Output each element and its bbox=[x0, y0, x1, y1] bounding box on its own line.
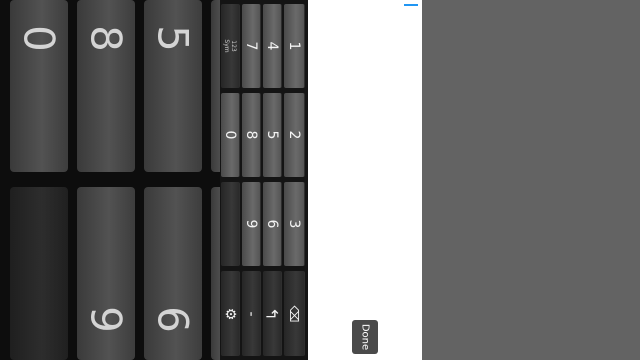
magnified-key-6: 6 bbox=[144, 187, 202, 360]
symbols-key-label: 123 Sym bbox=[223, 39, 237, 53]
magnified-key-edge bbox=[211, 0, 220, 172]
key-4[interactable]: 4 bbox=[263, 4, 282, 88]
magnified-key-edge-2 bbox=[211, 187, 220, 360]
text-cursor bbox=[404, 4, 418, 6]
minus-key[interactable]: - bbox=[242, 271, 261, 356]
settings-key[interactable]: ⚙ bbox=[221, 271, 240, 356]
symbols-key[interactable]: 123 Sym bbox=[221, 4, 240, 88]
done-button[interactable]: Done bbox=[352, 320, 378, 354]
key-6[interactable]: 6 bbox=[263, 182, 282, 266]
key-5[interactable]: 5 bbox=[263, 93, 282, 177]
blank-key[interactable] bbox=[221, 182, 240, 266]
key-0[interactable]: 0 bbox=[221, 93, 240, 177]
backspace-icon: ⌫ bbox=[287, 305, 301, 322]
key-9-label: 9 bbox=[243, 219, 259, 229]
magnified-key-blank bbox=[10, 187, 68, 360]
app-content-area: Done bbox=[308, 0, 422, 360]
key-5-label: 5 bbox=[264, 130, 280, 140]
key-3[interactable]: 3 bbox=[284, 182, 305, 266]
magnified-key-9: 9 bbox=[77, 187, 135, 360]
key-2[interactable]: 2 bbox=[284, 93, 305, 177]
key-1-label: 1 bbox=[286, 41, 302, 51]
key-6-label: 6 bbox=[264, 219, 280, 229]
magnified-key-9-label: 9 bbox=[81, 306, 131, 333]
key-9[interactable]: 9 bbox=[242, 182, 261, 266]
magnified-keyboard-view: 0 8 5 9 6 bbox=[0, 0, 220, 360]
key-1[interactable]: 1 bbox=[284, 4, 305, 88]
magnified-key-0-label: 0 bbox=[14, 25, 64, 52]
magnified-key-6-label: 6 bbox=[148, 306, 198, 333]
dimmed-background bbox=[422, 0, 640, 360]
shift-icon: ↰ bbox=[262, 306, 282, 321]
done-button-label: Done bbox=[359, 323, 371, 351]
key-7[interactable]: 7 bbox=[242, 4, 261, 88]
magnified-key-0: 0 bbox=[10, 0, 68, 172]
key-8-label: 8 bbox=[243, 130, 259, 140]
key-8[interactable]: 8 bbox=[242, 93, 261, 177]
key-0-label: 0 bbox=[222, 130, 238, 140]
magnified-key-8-label: 8 bbox=[81, 25, 131, 52]
key-4-label: 4 bbox=[264, 41, 280, 51]
key-3-label: 3 bbox=[286, 219, 302, 229]
key-7-label: 7 bbox=[243, 41, 259, 51]
backspace-key[interactable]: ⌫ bbox=[284, 271, 305, 356]
minus-key-label: - bbox=[243, 310, 259, 317]
settings-icon: ⚙ bbox=[222, 307, 238, 320]
shift-key[interactable]: ↰ bbox=[263, 271, 282, 356]
magnified-key-5: 5 bbox=[144, 0, 202, 172]
magnified-key-8: 8 bbox=[77, 0, 135, 172]
magnified-key-5-label: 5 bbox=[148, 25, 198, 52]
key-2-label: 2 bbox=[286, 130, 302, 140]
numeric-keypad: 123 Sym 0 ⚙ 7 8 9 - 4 5 6 ↰ 1 2 3 ⌫ bbox=[220, 0, 308, 360]
